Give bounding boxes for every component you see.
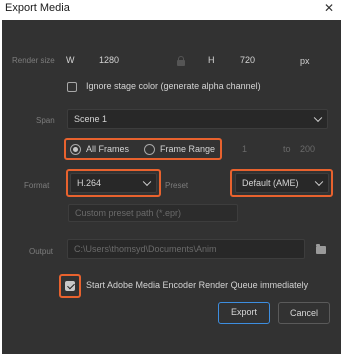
range-to-label: to bbox=[283, 144, 291, 154]
output-path-input[interactable]: C:\Users\thomsyd\Documents\Anim bbox=[67, 239, 305, 259]
preset-value: Default (AME) bbox=[242, 178, 299, 188]
export-media-dialog: Render size W 1280 H 720 px Ignore stage… bbox=[2, 20, 341, 354]
width-input[interactable]: 1280 bbox=[99, 55, 119, 65]
preset-label: Preset bbox=[165, 181, 189, 190]
range-from-input[interactable]: 1 bbox=[242, 144, 247, 154]
height-label: H bbox=[208, 55, 215, 65]
chevron-down-icon bbox=[314, 177, 324, 187]
format-dropdown[interactable]: H.264 bbox=[70, 173, 157, 193]
px-unit-label: px bbox=[300, 56, 310, 66]
lock-icon[interactable] bbox=[177, 56, 185, 66]
folder-icon[interactable] bbox=[316, 244, 326, 254]
format-value: H.264 bbox=[77, 178, 102, 188]
span-label: Span bbox=[36, 116, 55, 125]
render-size-label: Render size bbox=[12, 56, 55, 65]
start-ame-checkbox[interactable] bbox=[65, 281, 75, 291]
format-label: Format bbox=[24, 181, 50, 190]
cancel-button[interactable]: Cancel bbox=[278, 302, 330, 324]
range-to-input[interactable]: 200 bbox=[300, 144, 315, 154]
custom-preset-placeholder: Custom preset path (*.epr) bbox=[75, 208, 182, 218]
span-value: Scene 1 bbox=[74, 114, 108, 124]
width-label: W bbox=[66, 55, 75, 65]
ignore-stage-color-checkbox[interactable] bbox=[67, 82, 77, 92]
start-ame-label: Start Adobe Media Encoder Render Queue i… bbox=[86, 280, 309, 290]
frame-range-label: Frame Range bbox=[160, 144, 216, 154]
output-path-value: C:\Users\thomsyd\Documents\Anim bbox=[74, 244, 217, 254]
all-frames-label: All Frames bbox=[86, 144, 130, 154]
window-title: Export Media bbox=[5, 2, 70, 14]
chevron-down-icon bbox=[142, 177, 152, 187]
close-icon[interactable]: ✕ bbox=[322, 1, 336, 15]
frame-range-radio[interactable] bbox=[144, 144, 155, 155]
chevron-down-icon bbox=[313, 113, 323, 123]
custom-preset-input[interactable]: Custom preset path (*.epr) bbox=[68, 204, 238, 222]
output-label: Output bbox=[29, 247, 54, 256]
height-input[interactable]: 720 bbox=[240, 55, 255, 65]
title-bar: Export Media ✕ bbox=[0, 0, 342, 20]
all-frames-radio[interactable] bbox=[70, 144, 81, 155]
export-button[interactable]: Export bbox=[218, 302, 270, 324]
span-dropdown[interactable]: Scene 1 bbox=[67, 109, 328, 129]
ignore-stage-color-label: Ignore stage color (generate alpha chann… bbox=[86, 81, 261, 91]
preset-dropdown[interactable]: Default (AME) bbox=[235, 173, 329, 193]
